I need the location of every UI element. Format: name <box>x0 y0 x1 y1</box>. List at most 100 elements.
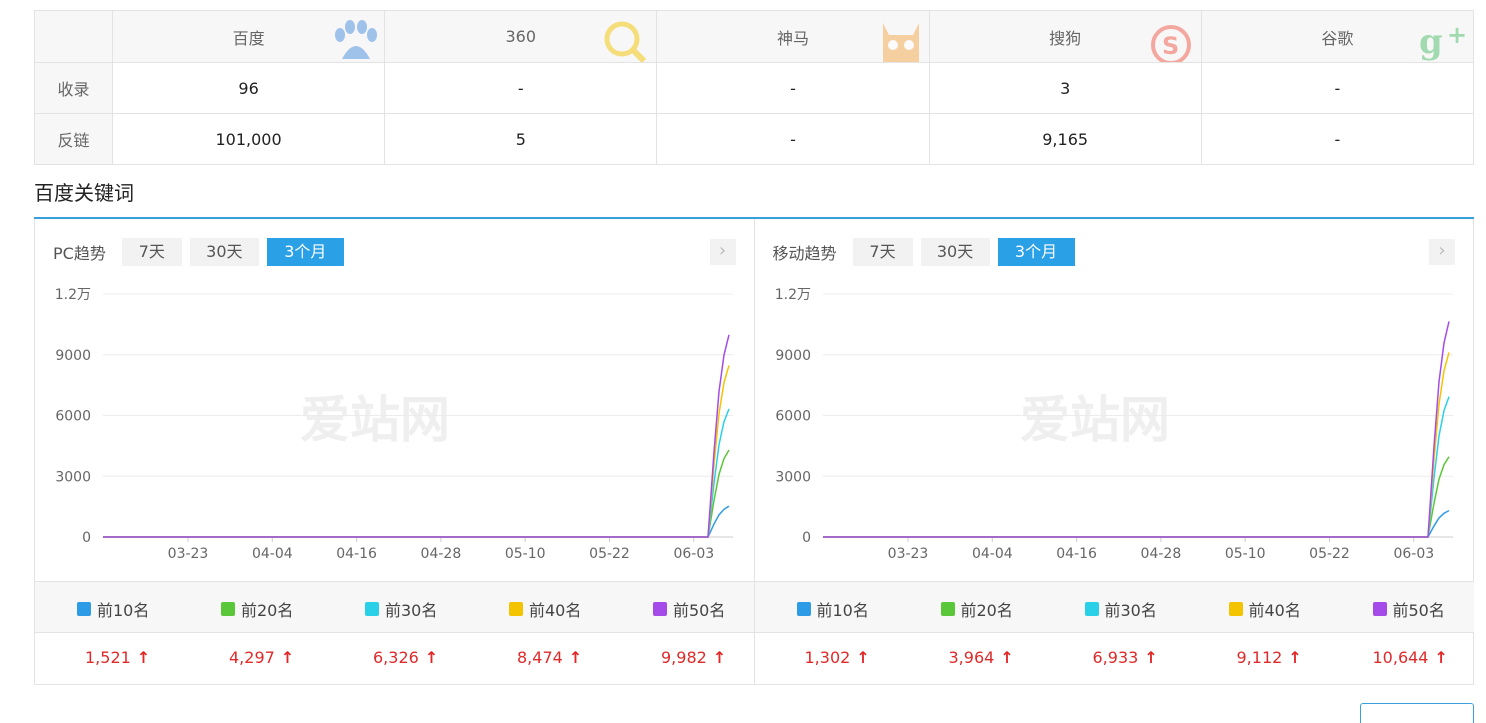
pc-trend-panel: PC趋势 7天 30天 3个月 › 爱站网 0 3000 6000 9000 1.2万 03… <box>35 219 755 685</box>
table-cell: 9,165 <box>928 113 1202 165</box>
corner-cell <box>34 10 113 63</box>
x-tick-label: 04-04 <box>252 546 293 562</box>
section-title: 百度关键词 <box>34 181 134 205</box>
panel-title: PC趋势 <box>53 244 106 263</box>
chevron-right-icon[interactable]: › <box>1429 239 1455 265</box>
panel-header: 移动趋势 7天 30天 3个月 <box>773 238 1083 266</box>
arrow-up-icon: ↑ <box>424 648 439 667</box>
x-tick-label: 06-03 <box>1393 546 1434 562</box>
engine-row-backlinks: 反链 101,000 5 - 9,165 - <box>34 113 1475 165</box>
table-cell: 5 <box>384 113 658 165</box>
engine-col-shenma: 神马 <box>656 10 930 63</box>
x-tick-label: 04-28 <box>1140 546 1181 562</box>
tab-3m[interactable]: 3个月 <box>997 238 1075 266</box>
legend-item-top10[interactable]: 前10名 <box>796 597 869 621</box>
mobile-trend-chart: 爱站网 0 3000 6000 9000 1.2万 03-23 04-04 04-16 04-28… <box>774 287 1453 562</box>
arrow-up-icon: ↑ <box>1144 648 1158 667</box>
tab-30d[interactable]: 30天 <box>920 238 990 266</box>
legend-swatch <box>1084 602 1099 616</box>
arrow-up-icon: ↑ <box>1000 648 1014 667</box>
shenma-alpaca-icon <box>882 23 919 62</box>
legend-item-top30[interactable]: 前30名 <box>365 597 437 621</box>
engine-header-row: 百度 360 神马 搜狗 S 谷歌 g + <box>34 10 1475 63</box>
y-tick-label: 6000 <box>775 409 811 425</box>
legend-item-top50[interactable]: 前50名 <box>653 597 725 621</box>
legend-swatch <box>365 602 379 616</box>
engine-col-360: 360 <box>384 10 658 63</box>
value-top50: 10,644 ↑ <box>1372 648 1448 667</box>
legend-swatch <box>1372 602 1387 616</box>
value-top30: 6,326 ↑ <box>373 648 439 667</box>
value-row: 1,521 ↑ 4,297 ↑ 6,326 ↑ 8,474 ↑ 9,982 ↑ <box>35 633 754 685</box>
x-tick-label: 05-10 <box>1224 546 1265 562</box>
x-tick-label: 06-03 <box>673 546 714 562</box>
legend-swatch <box>653 602 667 616</box>
tab-7d[interactable]: 7天 <box>852 238 913 266</box>
x-tick-label: 03-23 <box>168 546 209 562</box>
value-top40: 9,112 ↑ <box>1236 648 1302 667</box>
partial-button[interactable] <box>1360 703 1474 723</box>
watermark-text: 爱站网 <box>300 391 450 449</box>
table-cell: - <box>384 62 658 114</box>
y-tick-label: 0 <box>82 530 91 546</box>
arrow-up-icon: ↑ <box>568 648 583 667</box>
sogou-s-icon: S <box>1150 25 1191 62</box>
tab-3m[interactable]: 3个月 <box>266 238 344 266</box>
table-cell: 3 <box>928 62 1202 114</box>
y-tick-label: 1.2万 <box>55 287 91 303</box>
y-tick-label: 1.2万 <box>774 287 810 303</box>
engine-row-indexed: 收录 96 - - 3 - <box>34 62 1475 114</box>
svg-text:S: S <box>1162 32 1179 60</box>
pc-trend-chart: 爱站网 0 3000 6000 9000 1.2万 03-23 04-04 04-16 04-28… <box>55 287 733 562</box>
legend-item-top30[interactable]: 前30名 <box>1084 597 1157 621</box>
panel-title: 移动趋势 <box>772 244 837 263</box>
360-magnifier-icon <box>604 21 647 62</box>
tab-30d[interactable]: 30天 <box>189 238 259 266</box>
table-cell: 96 <box>111 62 386 114</box>
legend-item-top20[interactable]: 前20名 <box>221 597 293 621</box>
series-line <box>822 456 1450 538</box>
value-top40: 8,474 ↑ <box>517 648 583 667</box>
legend-item-top10[interactable]: 前10名 <box>77 597 149 621</box>
value-top10: 1,521 ↑ <box>85 648 151 667</box>
legend-row: 前10名 前20名 前30名 前40名 前50名 <box>754 581 1474 633</box>
chevron-right-icon[interactable]: › <box>709 239 736 265</box>
y-tick-label: 9000 <box>775 348 811 364</box>
mobile-trend-panel: 移动趋势 7天 30天 3个月 › 爱站网 0 3000 6000 9000 1.2万 03… <box>754 219 1474 685</box>
panel-header: PC趋势 7天 30天 3个月 <box>53 238 352 266</box>
y-tick-label: 9000 <box>55 348 91 364</box>
arrow-up-icon: ↑ <box>856 648 870 667</box>
arrow-up-icon: ↑ <box>136 648 151 667</box>
table-cell: - <box>656 62 930 114</box>
legend-item-top40[interactable]: 前40名 <box>1228 597 1301 621</box>
arrow-up-icon: ↑ <box>712 648 727 667</box>
y-tick-label: 3000 <box>775 469 811 485</box>
y-tick-label: 0 <box>802 530 811 546</box>
svg-text:g: g <box>1419 22 1443 62</box>
tab-7d[interactable]: 7天 <box>121 238 182 266</box>
legend-item-top20[interactable]: 前20名 <box>940 597 1013 621</box>
value-top20: 4,297 ↑ <box>229 648 295 667</box>
legend-row: 前10名 前20名 前30名 前40名 前50名 <box>35 581 754 633</box>
x-tick-label: 04-16 <box>1056 546 1097 562</box>
legend-swatch <box>1228 602 1243 616</box>
table-cell: 101,000 <box>111 113 386 165</box>
legend-item-top50[interactable]: 前50名 <box>1372 597 1445 621</box>
legend-swatch <box>796 602 811 616</box>
table-cell: - <box>656 113 930 165</box>
page-container: 百度 360 神马 搜狗 S 谷歌 g + 收录 96 - - 3 - 反链 1… <box>34 10 1475 685</box>
legend-swatch <box>509 602 523 616</box>
x-tick-label: 05-10 <box>505 546 546 562</box>
series-line <box>822 509 1449 538</box>
x-tick-label: 04-04 <box>971 546 1012 562</box>
legend-item-top40[interactable]: 前40名 <box>509 597 581 621</box>
legend-swatch <box>77 602 91 616</box>
svg-text:+: + <box>1447 21 1467 49</box>
arrow-up-icon: ↑ <box>1434 648 1448 667</box>
engine-col-baidu: 百度 <box>111 10 386 63</box>
table-cell: - <box>1200 113 1475 165</box>
value-top30: 6,933 ↑ <box>1092 648 1158 667</box>
y-tick-label: 3000 <box>55 469 91 485</box>
value-row: 1,302 ↑ 3,964 ↑ 6,933 ↑ 9,112 ↑ 10,644 ↑ <box>754 633 1474 685</box>
y-tick-label: 6000 <box>55 409 91 425</box>
